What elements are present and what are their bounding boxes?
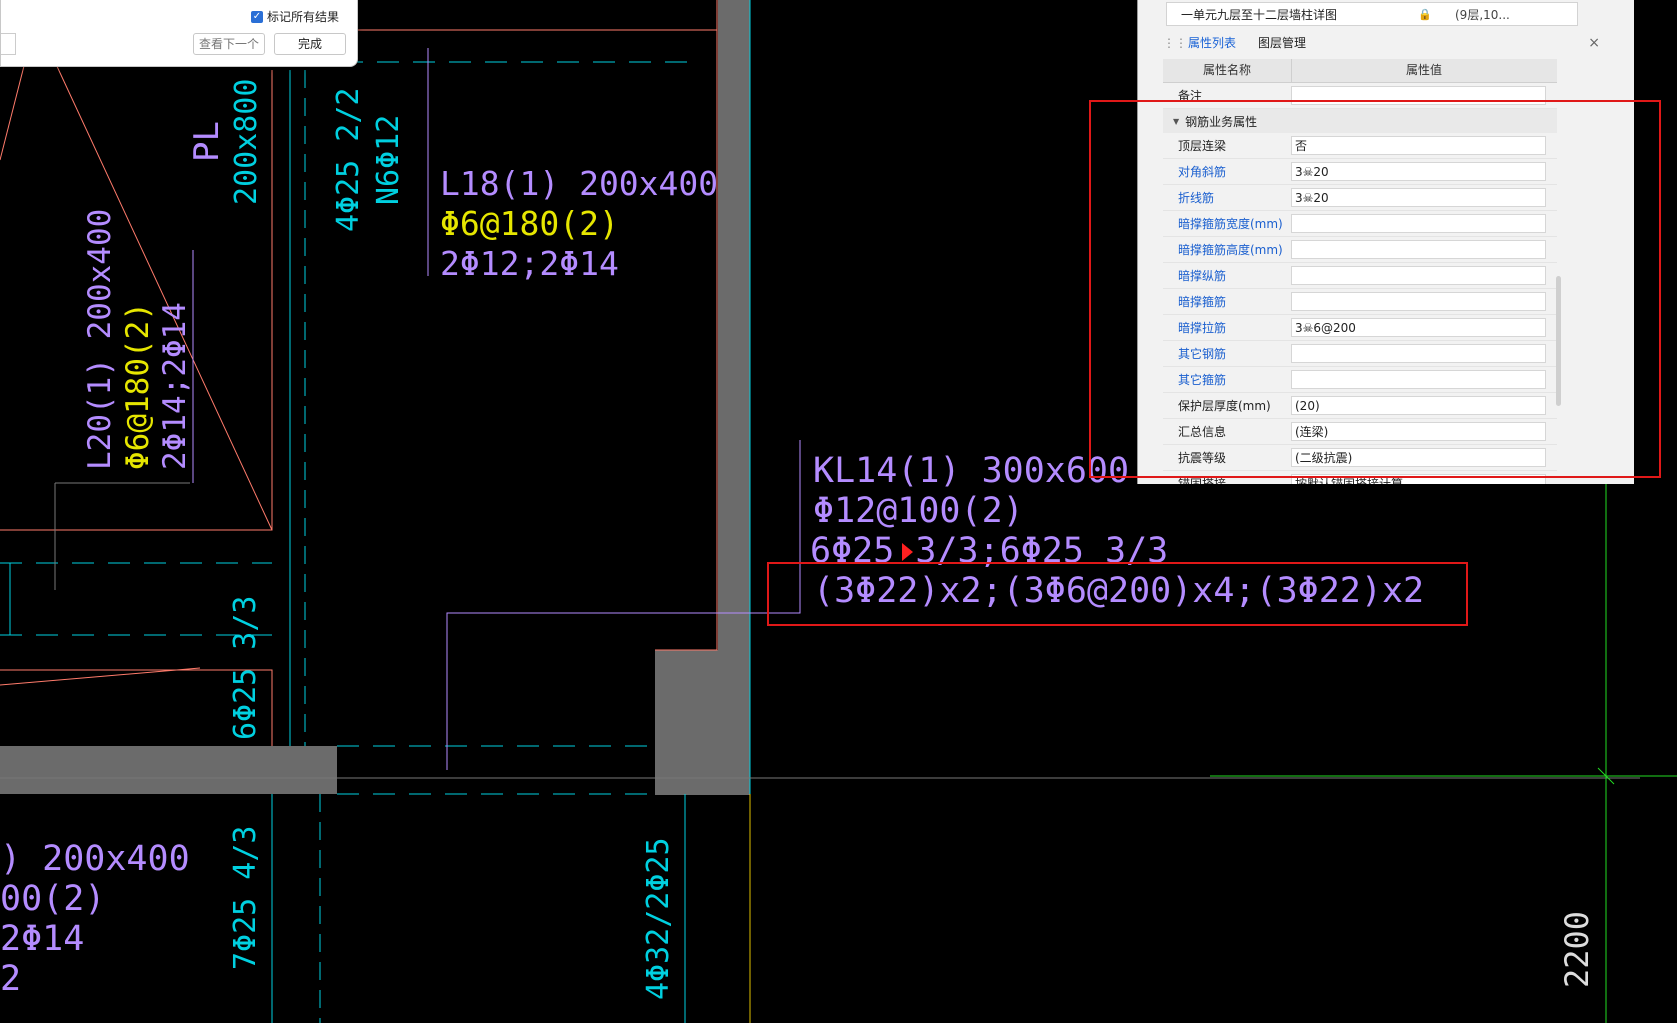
col-rebar-b: N6Φ12 [371,115,406,205]
layer-floors: (9层,10... [1455,7,1510,22]
highlight-box-beam-label [767,562,1468,626]
mark-all-checkbox[interactable]: ✓ 标记所有结果 [251,8,339,25]
l20-stirrup: Φ6@180(2) [120,302,156,470]
bottom-beam-stirrup: 00(2) [0,879,105,919]
wall-fill [0,746,337,794]
tab-property-list[interactable]: 属性列表 [1177,30,1247,56]
column-fill [718,0,750,795]
layer-row[interactable]: 一单元九层至十二层墙柱详图 🔒 (9层,10... [1166,2,1578,26]
bottom-rebar-a: 7Φ25 4/3 [228,826,263,971]
l18-stirrup: Φ6@180(2) [440,204,619,243]
panel-tabs: ⋮⋮ 属性列表 图层管理 × [1163,30,1608,56]
l20-rebar: 2Φ14;2Φ14 [157,302,193,470]
l18-name: L18(1) 200x400 [440,164,718,203]
pl-label: PL [187,121,227,162]
tab-layer-management[interactable]: 图层管理 [1247,30,1317,56]
column-header-name: 属性名称 [1163,59,1292,82]
kl14-name: KL14(1) 300x600 [813,451,1129,491]
left-rebar-a: 6Φ25 3/3 [228,596,263,741]
pl-size: 200x800 [229,79,264,205]
col-rebar-a: 4Φ25 2/2 [331,88,366,233]
property-grid-header: 属性名称 属性值 [1163,59,1557,83]
find-input[interactable] [1,33,16,55]
find-dialog: ✓ 标记所有结果 查看下一个 完成 [0,0,358,67]
mark-all-label: 标记所有结果 [267,10,340,24]
highlight-box-properties [1089,100,1661,478]
l20-name: L20(1) 200x400 [82,209,118,470]
column-header-value: 属性值 [1405,63,1442,77]
bottom-rebar-b: 4Φ32/2Φ25 [641,837,676,1000]
lock-icon[interactable]: 🔒 [1409,8,1441,21]
bottom-beam-name: ) 200x400 [0,839,190,879]
bottom-beam-tail: 2 [0,959,21,999]
close-icon[interactable]: × [1588,35,1608,51]
dimension-text: 2200 [1558,911,1596,988]
done-button[interactable]: 完成 [274,33,346,55]
l18-rebar: 2Φ12;2Φ14 [440,244,619,283]
bottom-beam-rebar: 2Φ14 [0,919,84,959]
find-next-button[interactable]: 查看下一个 [193,33,265,55]
layer-name: 一单元九层至十二层墙柱详图 [1181,7,1338,22]
drag-handle-icon[interactable]: ⋮⋮ [1163,36,1187,50]
checkbox-checked-icon: ✓ [251,10,263,23]
column-base-fill [655,650,718,795]
kl14-stirrup: Φ12@100(2) [813,491,1024,531]
